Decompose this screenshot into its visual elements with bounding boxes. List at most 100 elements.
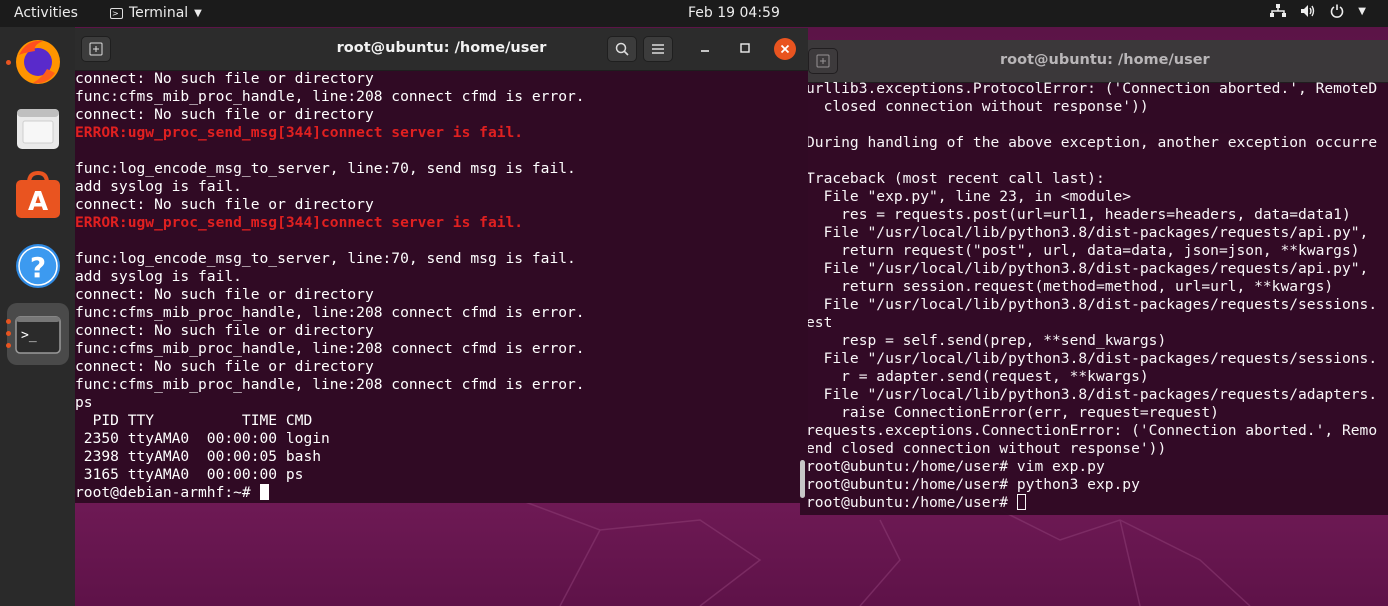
dock-software[interactable]: A xyxy=(7,165,69,227)
terminal-line: root@ubuntu:/home/user# python3 exp.py xyxy=(806,476,1140,493)
terminal-line: PID TTY TIME CMD xyxy=(75,412,313,429)
terminal-window-front[interactable]: root@ubuntu: /home/user connect: No such… xyxy=(75,28,808,503)
running-indicator xyxy=(6,331,11,336)
dock: A ? >_ xyxy=(0,27,75,606)
terminal-line: 2350 ttyAMA0 00:00:00 login xyxy=(75,430,330,447)
terminal-line: 2398 ttyAMA0 00:00:05 bash xyxy=(75,448,322,465)
terminal-line: return request("post", url, data=data, j… xyxy=(806,242,1360,259)
power-icon xyxy=(1331,4,1344,18)
terminal-line: func:cfms_mib_proc_handle, line:208 conn… xyxy=(75,88,585,105)
close-button[interactable] xyxy=(774,38,796,60)
terminal-line: connect: No such file or directory xyxy=(75,70,374,87)
terminal-line: r = adapter.send(request, **kwargs) xyxy=(806,368,1149,385)
terminal-line: File "exp.py", line 23, in <module> xyxy=(806,188,1132,205)
dock-firefox[interactable] xyxy=(6,31,69,93)
terminal-line: connect: No such file or directory xyxy=(75,196,374,213)
terminal-line: File "/usr/local/lib/python3.8/dist-pack… xyxy=(806,224,1369,241)
terminal-line: 3165 ttyAMA0 00:00:00 ps xyxy=(75,466,304,483)
system-tray[interactable]: ▼ xyxy=(1270,4,1366,18)
terminal-icon: >_ xyxy=(15,316,61,354)
terminal-output[interactable]: urllib3.exceptions.ProtocolError: ('Conn… xyxy=(806,80,1377,512)
running-indicator xyxy=(6,343,11,348)
terminal-line: raise ConnectionError(err, request=reque… xyxy=(806,404,1219,421)
menu-button[interactable] xyxy=(643,36,673,62)
minimize-icon xyxy=(701,50,709,52)
minimize-button[interactable] xyxy=(695,38,715,58)
terminal-line: func:log_encode_msg_to_server, line:70, … xyxy=(75,160,576,177)
terminal-line: File "/usr/local/lib/python3.8/dist-pack… xyxy=(806,350,1378,367)
clock[interactable]: Feb 19 04:59 xyxy=(688,5,780,21)
svg-text:A: A xyxy=(28,187,48,217)
dock-files[interactable] xyxy=(7,97,69,159)
terminal-line: func:cfms_mib_proc_handle, line:208 conn… xyxy=(75,340,585,357)
terminal-line: File "/usr/local/lib/python3.8/dist-pack… xyxy=(806,296,1378,313)
volume-icon xyxy=(1301,5,1315,17)
software-icon: A xyxy=(16,170,60,218)
top-bar: Activities > Terminal ▼ Feb 19 04:59 ▼ xyxy=(0,0,1388,27)
hamburger-menu-icon xyxy=(652,44,664,54)
terminal-output[interactable]: connect: No such file or directory func:c… xyxy=(75,70,585,502)
terminal-window-back[interactable]: root@ubuntu: /home/user urllib3.exceptio… xyxy=(800,40,1388,515)
maximize-button[interactable] xyxy=(735,38,755,58)
terminal-line: add syslog is fail. xyxy=(75,268,242,285)
terminal-line: func:cfms_mib_proc_handle, line:208 conn… xyxy=(75,376,585,393)
terminal-line: return session.request(method=method, ur… xyxy=(806,278,1334,295)
terminal-line: urllib3.exceptions.ProtocolError: ('Conn… xyxy=(806,80,1378,97)
terminal-line: File "/usr/local/lib/python3.8/dist-pack… xyxy=(806,386,1378,403)
terminal-line: res = requests.post(url=url1, headers=he… xyxy=(806,206,1351,223)
terminal-line: resp = self.send(prep, **send_kwargs) xyxy=(806,332,1167,349)
svg-text:?: ? xyxy=(30,251,46,284)
terminal-error-line: ERROR:ugw_proc_send_msg[344]connect serv… xyxy=(75,124,524,141)
search-icon xyxy=(615,42,629,56)
svg-text:>_: >_ xyxy=(21,328,37,343)
terminal-prompt-line[interactable]: root@debian-armhf:~# xyxy=(75,484,585,502)
prompt-text: root@ubuntu:/home/user# xyxy=(806,494,1017,511)
terminal-icon: > xyxy=(110,7,123,19)
app-menu-label: Terminal xyxy=(129,5,189,21)
terminal-error-line: ERROR:ugw_proc_send_msg[344]connect serv… xyxy=(75,214,524,231)
text-cursor xyxy=(1016,494,1026,510)
terminal-line: func:log_encode_msg_to_server, line:70, … xyxy=(75,250,576,267)
activities-button[interactable]: Activities xyxy=(14,5,78,21)
terminal-line: connect: No such file or directory xyxy=(75,106,374,123)
terminal-line: ps xyxy=(75,394,93,411)
search-button[interactable] xyxy=(607,36,637,62)
scrollbar-thumb[interactable] xyxy=(800,460,805,498)
maximize-icon xyxy=(740,43,750,53)
window-title: root@ubuntu: /home/user xyxy=(1000,52,1210,68)
terminal-prompt-line[interactable]: root@ubuntu:/home/user# xyxy=(806,494,1377,512)
prompt-text: root@debian-armhf:~# xyxy=(75,484,260,501)
help-icon: ? xyxy=(16,244,60,288)
terminal-line: Traceback (most recent call last): xyxy=(806,170,1105,187)
files-icon xyxy=(17,109,59,149)
dock-terminal[interactable]: >_ xyxy=(6,303,69,365)
app-menu[interactable]: > Terminal ▼ xyxy=(110,5,202,21)
terminal-titlebar[interactable]: root@ubuntu: /home/user xyxy=(75,28,808,71)
chevron-down-icon: ▼ xyxy=(194,7,202,19)
terminal-line: func:cfms_mib_proc_handle, line:208 conn… xyxy=(75,304,585,321)
terminal-line: add syslog is fail. xyxy=(75,178,242,195)
terminal-line: end closed connection without response')… xyxy=(806,440,1167,457)
running-indicator xyxy=(6,60,11,65)
dock-help[interactable]: ? xyxy=(7,233,69,295)
firefox-icon xyxy=(16,40,60,84)
text-cursor xyxy=(259,484,269,500)
terminal-line: connect: No such file or directory xyxy=(75,286,374,303)
network-icon xyxy=(1270,4,1287,17)
terminal-line: root@ubuntu:/home/user# vim exp.py xyxy=(806,458,1105,475)
terminal-line: connect: No such file or directory xyxy=(75,358,374,375)
terminal-line: During handling of the above exception, … xyxy=(806,134,1378,151)
running-indicator xyxy=(6,319,11,324)
terminal-titlebar[interactable]: root@ubuntu: /home/user xyxy=(800,40,1388,83)
terminal-line: File "/usr/local/lib/python3.8/dist-pack… xyxy=(806,260,1369,277)
terminal-line: connect: No such file or directory xyxy=(75,322,374,339)
terminal-line: closed connection without response')) xyxy=(806,98,1149,115)
terminal-line: est xyxy=(806,314,833,331)
close-icon xyxy=(780,44,790,54)
terminal-line: requests.exceptions.ConnectionError: ('C… xyxy=(806,422,1378,439)
chevron-down-icon: ▼ xyxy=(1358,5,1366,17)
